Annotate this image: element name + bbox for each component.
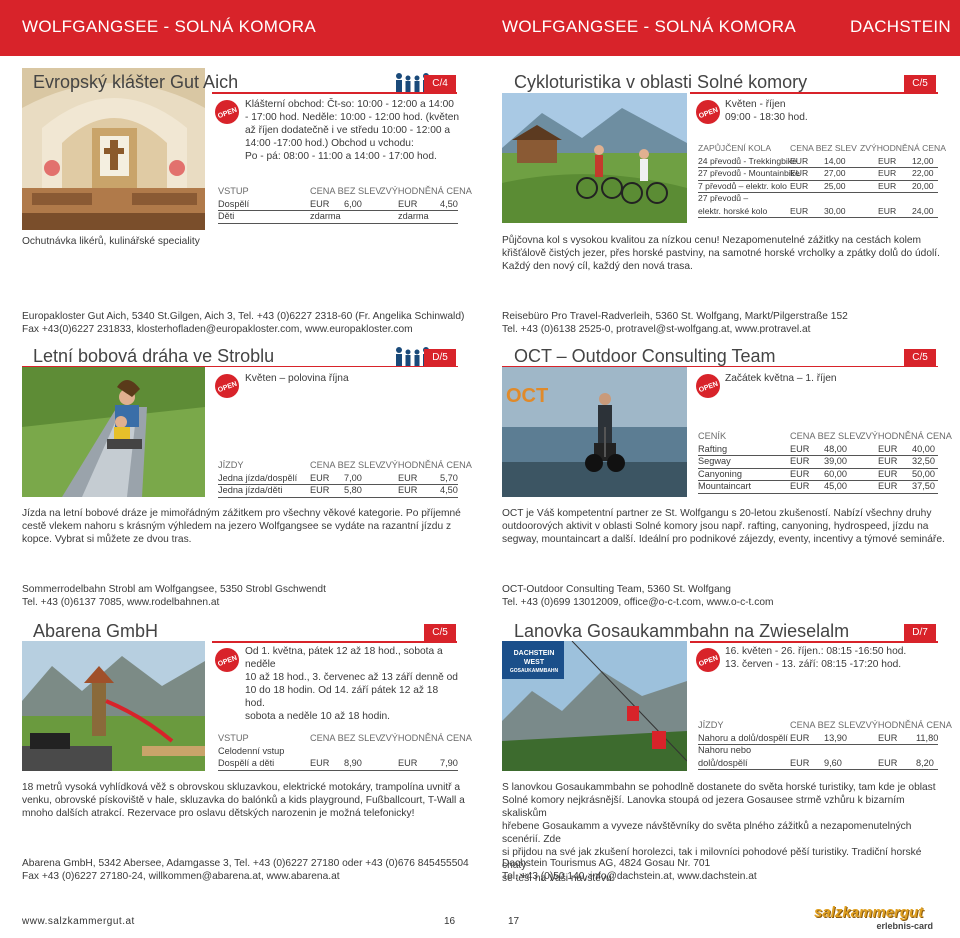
salzkammergut-logo: salzkammergut erlebnis-card	[814, 904, 933, 932]
map-grid-badge: C/5	[424, 624, 456, 641]
price-table-cycling: ZAPŮJČENÍ KOLA CENA BEZ SLEV ZVÝHODNĚNÁ CE…	[698, 143, 946, 218]
hours-gut-aich: Klášterní obchod: Čt-so: 10:00 - 12:00 a…	[245, 99, 460, 162]
price-table-gosaukammbahn: JÍZDY CENA BEZ SLEV ZVÝHODNĚNÁ CENA Nahoru…	[698, 720, 952, 770]
title-underline	[690, 92, 938, 94]
map-grid-badge: C/5	[904, 75, 936, 92]
address-oct: OCT-Outdoor Consulting Team, 5360 St. Wo…	[502, 584, 774, 608]
hours-oct: Začátek května – 1. říjen	[725, 373, 837, 384]
address-cycling: Reisebüro Pro Travel-Radverleih, 5360 St…	[502, 311, 848, 335]
price-table-abarena: VSTUP CENA BEZ SLEV ZVÝHODNĚNÁ CENA Celode…	[218, 733, 472, 771]
section-title-cycling: Cykloturistika v oblasti Solné komory	[514, 72, 808, 92]
photo-segway: OCT	[502, 367, 687, 497]
open-hours-icon: OPEN	[696, 100, 720, 124]
section-title-bobsled: Letní bobová dráha ve Stroblu	[33, 346, 275, 366]
section-title-gosaukammbahn: Lanovka Gosaukammbahn na Zwieselalm	[514, 621, 850, 641]
header-mid: WOLFGANGSEE - SOLNÁ KOMORA	[502, 17, 797, 36]
hours-cycling: Květen - říjen 09:00 - 18:30 hod.	[725, 99, 808, 123]
page-number-right: 17	[508, 916, 520, 927]
address-gosaukammbahn: Dachstein Tourismus AG, 4824 Gosau Nr. 7…	[502, 858, 757, 882]
open-hours-icon: OPEN	[696, 374, 720, 398]
photo-bobsled	[22, 367, 205, 497]
desc-abarena: 18 metrů vysoká vyhlídková věž s obrovsk…	[22, 782, 465, 819]
section-title-gut-aich: Evropský klášter Gut Aich	[33, 72, 239, 92]
caption-gut-aich: Ochutnávka likérů, kulinářské speciality	[22, 236, 200, 247]
price-table-bobsled: JÍZDY CENA BEZ SLEV ZVÝHODNĚNÁ CENA Jedna …	[218, 460, 472, 498]
map-grid-badge: D/7	[904, 624, 936, 641]
header-left: WOLFGANGSEE - SOLNÁ KOMORA	[22, 17, 317, 36]
address-abarena: Abarena GmbH, 5342 Abersee, Adamgasse 3,…	[22, 858, 469, 882]
open-hours-icon: OPEN	[215, 374, 239, 398]
section-title-abarena: Abarena GmbH	[33, 621, 159, 641]
page-number-left: 16	[444, 916, 456, 927]
title-underline	[212, 641, 457, 643]
section-title-oct: OCT – Outdoor Consulting Team	[514, 346, 776, 366]
title-underline	[690, 641, 938, 643]
desc-oct: OCT je Váš kompetentní partner ze St. Wo…	[502, 508, 945, 545]
open-hours-icon: OPEN	[215, 648, 239, 672]
desc-cycling: Půjčovna kol s vysokou kvalitou za nízko…	[502, 235, 940, 272]
map-grid-badge: C/4	[424, 75, 456, 92]
open-hours-icon: OPEN	[696, 648, 720, 672]
footer-url[interactable]: www.salzkammergut.at	[22, 916, 135, 927]
title-underline	[22, 366, 458, 367]
dachstein-west-logo: DACHSTEIN WEST GOSAUKAMMBAHN	[509, 650, 559, 674]
hours-gosaukammbahn: 16. květen - 26. říjen.: 08:15 -16:50 ho…	[725, 646, 907, 670]
top-banner: WOLFGANGSEE - SOLNÁ KOMORA WOLFGANGSEE -…	[0, 0, 960, 56]
price-table-gut-aich: VSTUP CENA BEZ SLEV ZVÝHODNĚNÁ CENA Dospěl…	[218, 186, 472, 224]
header-right: DACHSTEIN	[850, 17, 951, 36]
address-bobsled: Sommerrodelbahn Strobl am Wolfgangsee, 5…	[22, 584, 326, 608]
hours-bobsled: Květen – polovina října	[245, 373, 349, 384]
open-hours-icon: OPEN	[215, 100, 239, 124]
title-underline	[212, 92, 457, 94]
map-grid-badge: D/5	[424, 349, 456, 366]
photo-cable-car: DACHSTEIN WEST GOSAUKAMMBAHN	[502, 641, 687, 771]
title-underline	[502, 366, 938, 367]
photo-cycling	[502, 93, 687, 223]
desc-bobsled: Jízda na letní bobové dráze je mimořádný…	[22, 508, 461, 545]
hours-abarena: Od 1. května, pátek 12 až 18 hod., sobot…	[245, 646, 458, 722]
photo-abarena	[22, 641, 205, 771]
address-gut-aich: Europakloster Gut Aich, 5340 St.Gilgen, …	[22, 311, 465, 335]
oct-logo: OCT	[506, 385, 549, 407]
price-table-oct: CENÍK CENA BEZ SLEV ZVÝHODNĚNÁ CENA Raftin…	[698, 431, 952, 494]
map-grid-badge: C/5	[904, 349, 936, 366]
